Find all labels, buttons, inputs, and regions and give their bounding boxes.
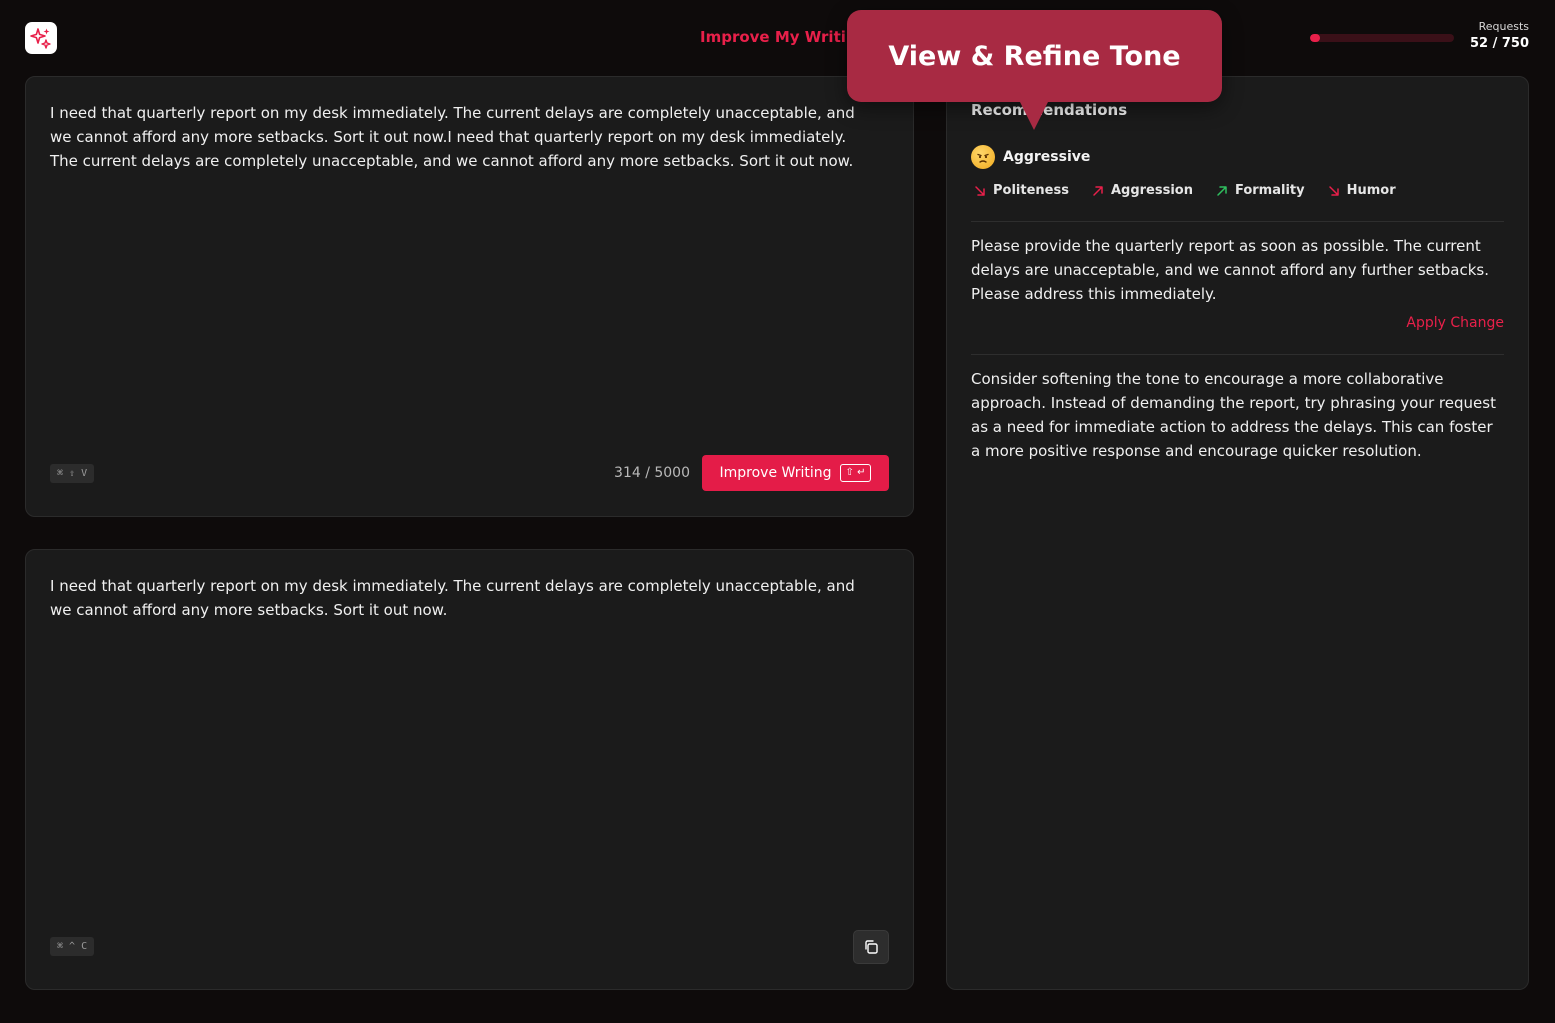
page-title: Improve My Writing [700, 28, 868, 46]
requests-progress-bar [1310, 34, 1454, 42]
app-root: Improve My Writing Requests 52 / 750 I n… [0, 0, 1555, 1023]
output-text: I need that quarterly report on my desk … [50, 577, 855, 619]
output-panel: I need that quarterly report on my desk … [25, 549, 914, 990]
arrow-down-right-icon [975, 185, 985, 196]
tooltip-arrow [1019, 100, 1049, 130]
requests-count: 52 / 750 [1469, 36, 1529, 51]
metric-label: Politeness [993, 183, 1069, 198]
tone-indicator: Aggressive [971, 145, 1090, 169]
metric-politeness: Politeness [973, 183, 1069, 198]
metric-label: Humor [1346, 183, 1396, 198]
copy-icon [865, 940, 878, 954]
divider [971, 221, 1504, 222]
arrow-down-right-icon [1328, 185, 1339, 196]
metric-label: Aggression [1110, 183, 1193, 198]
recommendations-title: Recommendations [971, 101, 1128, 119]
metric-label: Formality [1234, 183, 1305, 198]
input-panel: I need that quarterly report on my desk … [25, 76, 914, 517]
arrow-up-right-icon [1093, 185, 1103, 196]
requests-progress-fill [1310, 34, 1320, 42]
copy-button[interactable] [853, 930, 889, 964]
angry-face-icon [971, 145, 995, 169]
tone-metrics: Politeness Aggression Formality Humor [973, 183, 1396, 198]
tooltip-callout: View & Refine Tone [847, 10, 1222, 102]
copy-shortcut-badge: ⌘ ^ C [50, 937, 95, 956]
metric-aggression: Aggression [1091, 183, 1193, 198]
requests-label: Requests [1478, 20, 1529, 33]
recommendations-panel: Recommendations Aggressive Politeness Ag… [946, 76, 1529, 990]
improve-writing-label: Improve Writing [719, 465, 832, 481]
metric-humor: Humor [1327, 183, 1396, 198]
sparkles-icon [30, 28, 51, 49]
metric-formality: Formality [1215, 183, 1305, 198]
improve-shortcut-hint: ⇧ ↵ [839, 464, 872, 482]
input-textarea[interactable]: I need that quarterly report on my desk … [50, 101, 869, 173]
improve-writing-button[interactable]: Improve Writing ⇧ ↵ [702, 455, 889, 491]
tooltip-text: View & Refine Tone [888, 40, 1181, 72]
tone-advice: Consider softening the tone to encourage… [971, 370, 1496, 460]
character-count: 314 / 5000 [614, 465, 690, 481]
suggested-rewrite: Please provide the quarterly report as s… [971, 237, 1490, 303]
paste-shortcut-badge: ⌘ ⇧ V [50, 464, 95, 483]
arrow-up-right-icon [1217, 185, 1227, 196]
app-logo[interactable] [25, 22, 57, 54]
tone-label: Aggressive [1003, 149, 1091, 165]
divider [971, 354, 1504, 355]
apply-change-link[interactable]: Apply Change [1406, 315, 1504, 331]
requests-counter: Requests 52 / 750 [1470, 20, 1529, 51]
